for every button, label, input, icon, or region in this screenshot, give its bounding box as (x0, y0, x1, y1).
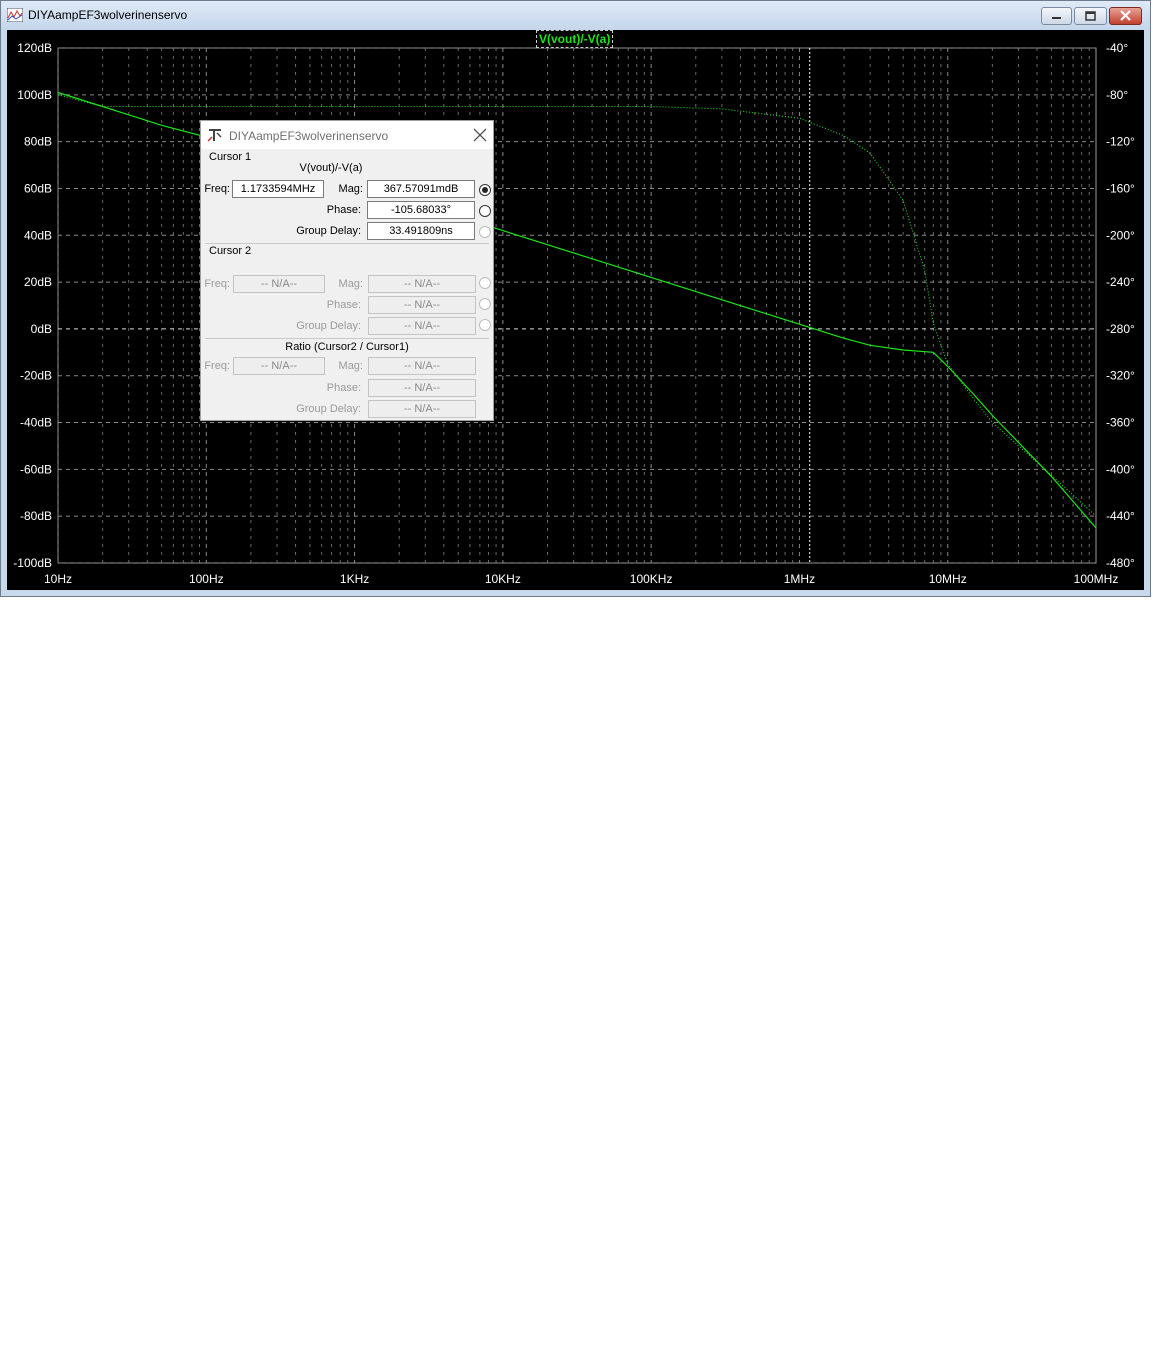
cursor1-freq-field[interactable]: 1.1733594MHz (232, 180, 324, 198)
restore-icon (1085, 11, 1096, 21)
restore-button[interactable] (1074, 7, 1107, 25)
ratio-freq-field: -- N/A-- (233, 357, 325, 375)
ratio-phase-field: -- N/A-- (368, 379, 476, 397)
cursor1-heading: Cursor 1 (209, 151, 252, 163)
ratio-freq-label: Freq: (204, 360, 230, 372)
y-tick-label-left: 80dB (24, 135, 52, 149)
ratio-mag-label: Mag: (338, 360, 363, 372)
y-tick-label-left: -60dB (20, 462, 52, 476)
x-tick-label: 1KHz (340, 572, 369, 586)
y-tick-label-left: 60dB (24, 181, 52, 195)
window-titlebar[interactable]: DIYAampEF3wolverinenservo (1, 1, 1150, 30)
y-tick-label-right: -80° (1106, 88, 1128, 102)
y-tick-label-right: -120° (1106, 135, 1135, 149)
y-tick-label-left: -80dB (20, 509, 52, 523)
cursor2-phase-field: -- N/A-- (368, 296, 476, 314)
trace-label[interactable]: V(vout)/-V(a) (536, 30, 614, 48)
y-tick-label-left: 120dB (17, 41, 52, 55)
dialog-close-icon[interactable] (471, 126, 489, 144)
ratio-group-delay-field: -- N/A-- (368, 400, 476, 418)
cursor-dialog: DIYAampEF3wolverinenservo Cursor 1 V(vou… (200, 120, 494, 421)
y-tick-label-left: 0dB (31, 322, 52, 336)
x-tick-label: 10MHz (929, 572, 967, 586)
cursor1-group-delay-label: Group Delay: (296, 225, 361, 237)
close-button[interactable] (1109, 7, 1142, 25)
y-tick-label-right: -480° (1106, 556, 1135, 570)
x-tick-label: 10KHz (485, 572, 521, 586)
cursor2-heading: Cursor 2 (209, 245, 252, 257)
y-tick-label-right: -320° (1106, 369, 1135, 383)
cursor2-mag-label: Mag: (338, 278, 363, 290)
ltspice-logo-icon (207, 129, 222, 142)
close-icon (1120, 10, 1131, 21)
cursor1-group-delay-radio[interactable] (479, 226, 491, 238)
y-tick-label-left: 20dB (24, 275, 52, 289)
cursor1-freq-label: Freq: (204, 183, 230, 195)
y-tick-label-right: -360° (1106, 416, 1135, 430)
cursor1-group-delay-field: 33.491809ns (367, 222, 475, 240)
y-tick-label-left: 100dB (17, 88, 52, 102)
window-bottom-edge (1, 590, 1150, 596)
cursor2-mag-field: -- N/A-- (368, 275, 476, 293)
cursor1-phase-label: Phase: (326, 204, 361, 216)
cursor2-freq-label: Freq: (204, 278, 230, 290)
x-tick-label: 1MHz (784, 572, 815, 586)
ratio-phase-label: Phase: (326, 382, 361, 394)
cursor2-mag-radio (479, 277, 491, 289)
cursor1-phase-field: -105.68033° (367, 201, 475, 219)
minimize-icon (1052, 17, 1061, 19)
cursor1-phase-radio[interactable] (479, 205, 491, 217)
cursor1-mag-label: Mag: (338, 183, 363, 195)
window-title: DIYAampEF3wolverinenservo (28, 8, 188, 22)
y-tick-label-right: -40° (1106, 41, 1128, 55)
separator (205, 243, 489, 244)
dialog-titlebar[interactable]: DIYAampEF3wolverinenservo (201, 121, 493, 149)
minimize-button[interactable] (1041, 7, 1072, 25)
x-tick-label: 10Hz (44, 572, 72, 586)
y-tick-label-right: -160° (1106, 181, 1135, 195)
bode-chart[interactable]: 120dB -40° 100dB -80° 80dB -120° 60dB -160° 40dB… (7, 30, 1144, 590)
y-tick-label-left: -100dB (13, 556, 52, 570)
ratio-heading: Ratio (Cursor2 / Cursor1) (285, 341, 409, 353)
cursor1-mag-field: 367.57091mdB (367, 180, 475, 198)
x-tick-label: 100Hz (189, 572, 224, 586)
y-tick-label-left: -20dB (20, 369, 52, 383)
cursor2-freq-field: -- N/A-- (233, 275, 325, 293)
ratio-group-delay-label: Group Delay: (296, 403, 361, 415)
cursor2-group-delay-field: -- N/A-- (368, 317, 476, 335)
cursor1-trace-name: V(vout)/-V(a) (299, 162, 363, 174)
y-tick-label-right: -240° (1106, 275, 1135, 289)
waveform-app-icon (7, 8, 23, 22)
y-tick-label-left: -40dB (20, 416, 52, 430)
plot-window: DIYAampEF3wolverinenservo 120dB -40° 100dB… (0, 0, 1151, 597)
separator (205, 338, 489, 339)
y-tick-label-right: -400° (1106, 462, 1135, 476)
plot-pane[interactable]: 120dB -40° 100dB -80° 80dB -120° 60dB -160° 40dB… (7, 30, 1144, 590)
y-tick-label-right: -200° (1106, 228, 1135, 242)
x-tick-label: 100KHz (630, 572, 673, 586)
ratio-mag-field: -- N/A-- (368, 357, 476, 375)
y-tick-label-right: -280° (1106, 322, 1135, 336)
cursor2-group-delay-label: Group Delay: (296, 320, 361, 332)
cursor1-mag-radio[interactable] (479, 184, 491, 196)
y-tick-label-right: -440° (1106, 509, 1135, 523)
y-tick-label-left: 40dB (24, 228, 52, 242)
cursor2-phase-radio (479, 298, 491, 310)
x-tick-label: 100MHz (1074, 572, 1119, 586)
cursor2-phase-label: Phase: (326, 299, 361, 311)
cursor2-group-delay-radio (479, 319, 491, 331)
dialog-title: DIYAampEF3wolverinenservo (229, 129, 389, 143)
